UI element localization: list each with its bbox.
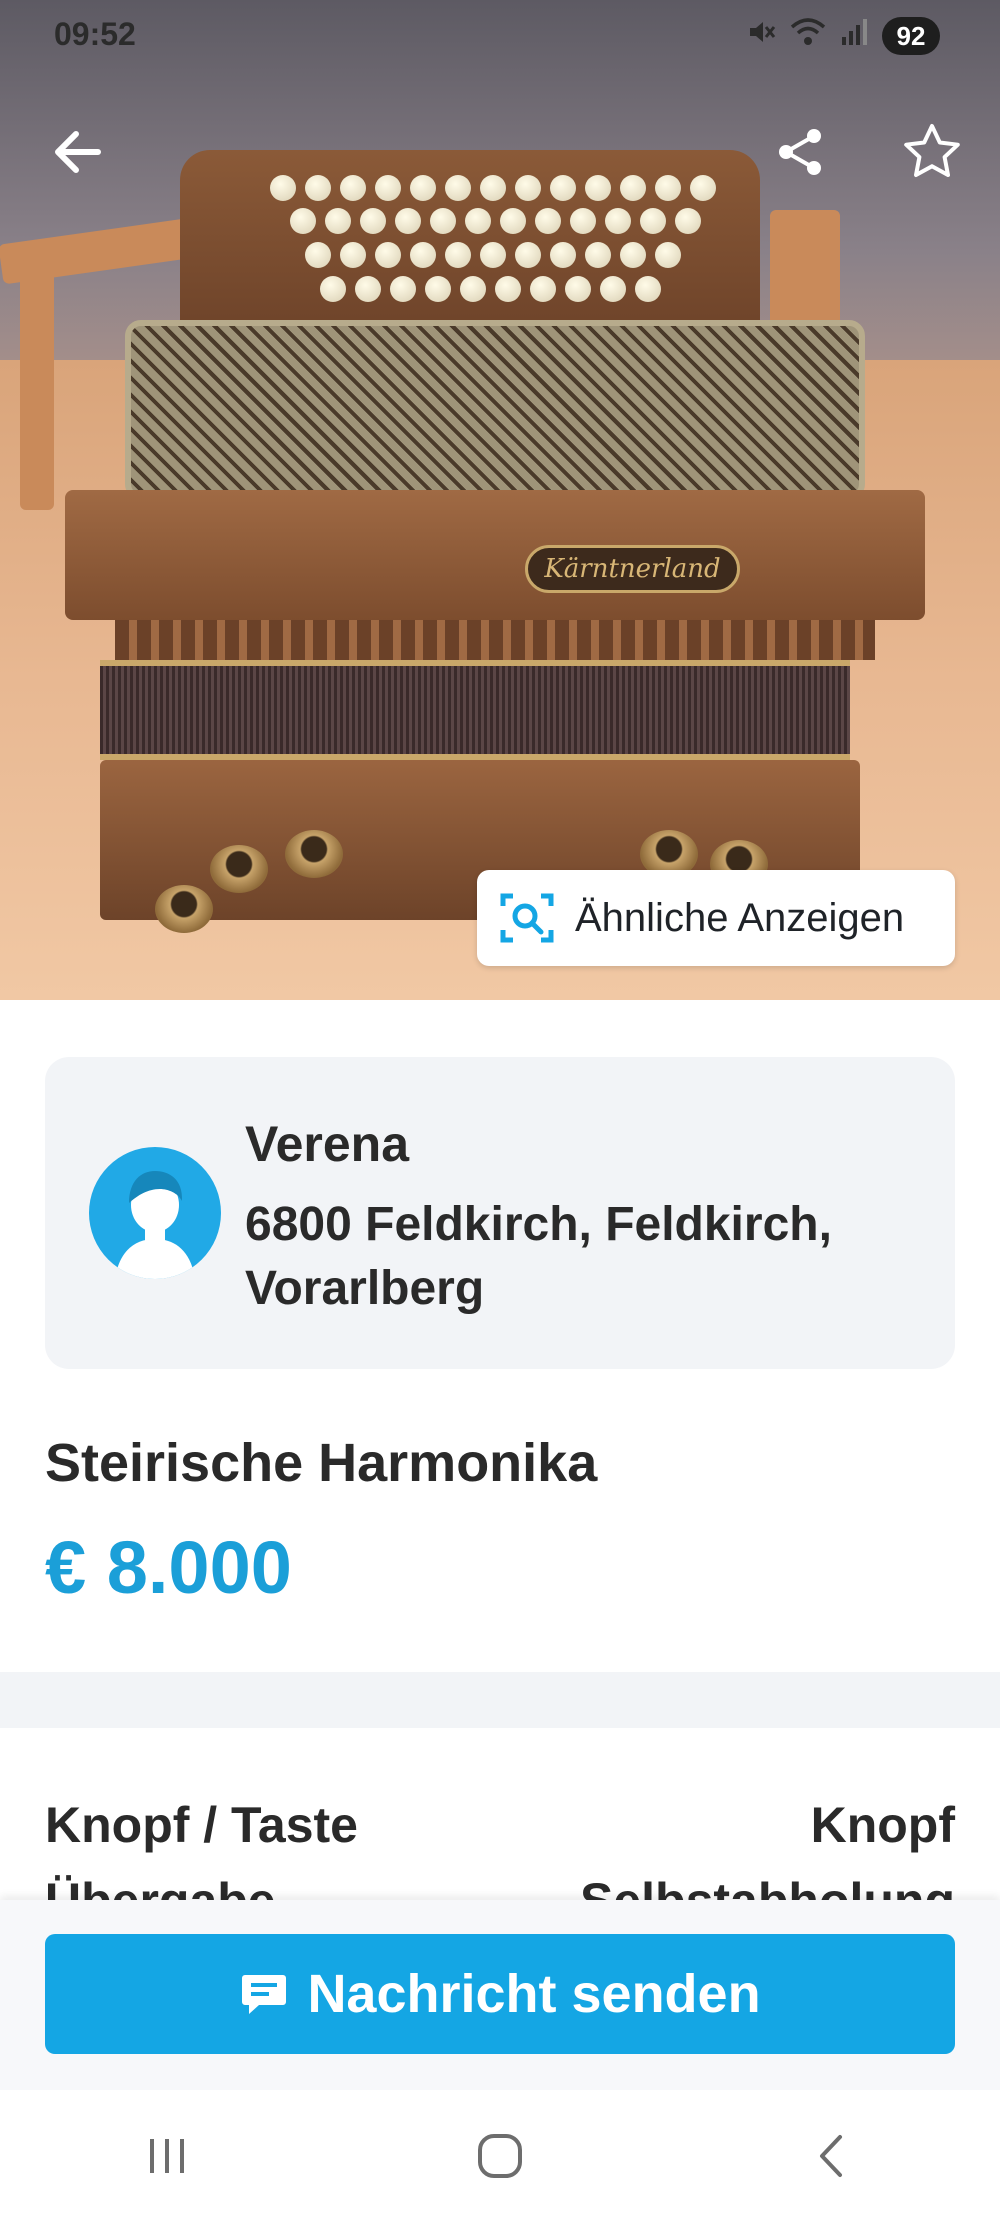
bottom-action-bar: Nachricht senden: [0, 1900, 1000, 2090]
system-back-button[interactable]: [773, 2106, 893, 2206]
accordion-body: [65, 490, 925, 620]
battery-icon: 92: [882, 17, 940, 55]
attribute-value: Selbstabholung: [580, 1873, 955, 1902]
seller-name: Verena: [245, 1116, 410, 1172]
brand-plate: Kärntnerland: [525, 545, 740, 593]
message-icon: [242, 1975, 287, 2014]
similar-listings-button[interactable]: Ähnliche Anzeigen: [477, 870, 955, 966]
recent-apps-button[interactable]: [107, 2106, 227, 2206]
arrow-left-icon: [55, 131, 101, 173]
user-avatar-icon: [89, 1147, 221, 1279]
home-icon: [477, 2134, 522, 2178]
seller-location: 6800 Feldkirch, Feldkirch, Vorarlberg: [245, 1198, 832, 1315]
mute-icon: [746, 17, 776, 55]
listing-title: Steirische Harmonika: [45, 1433, 598, 1493]
status-time: 09:52: [54, 16, 136, 52]
send-message-label: Nachricht senden: [307, 1964, 761, 2024]
back-icon: [820, 2135, 843, 2177]
image-search-icon: [500, 893, 554, 943]
attribute-row: Knopf / Taste Knopf: [45, 1796, 955, 1854]
section-divider: [0, 1672, 1000, 1728]
seller-card[interactable]: Verena 6800 Feldkirch, Feldkirch, Vorarl…: [45, 1057, 955, 1369]
accordion-bellows: [100, 660, 850, 760]
status-icons: 92: [746, 16, 940, 56]
attribute-label: Knopf / Taste: [45, 1797, 358, 1853]
accordion-trim: [115, 620, 875, 660]
system-nav-bar: [0, 2090, 1000, 2222]
attribute-row: Übergabe Selbstabholung: [45, 1872, 955, 1902]
photo-chair-leg: [20, 260, 54, 510]
recent-apps-icon: [149, 2139, 184, 2173]
listing-screen: Kärntnerland 09:52 92 Ähnliche Anzeigen …: [0, 0, 1000, 2222]
listing-photo[interactable]: Kärntnerland: [0, 0, 1000, 1000]
share-button[interactable]: [760, 112, 840, 192]
home-button[interactable]: [440, 2106, 560, 2206]
signal-icon: [840, 17, 868, 55]
listing-price: € 8.000: [45, 1526, 292, 1609]
favorite-button[interactable]: [892, 112, 972, 192]
share-icon: [779, 129, 821, 175]
accordion-grill: [125, 320, 865, 500]
attribute-value: Knopf: [810, 1797, 955, 1853]
back-button[interactable]: [38, 112, 118, 192]
attribute-label: Übergabe: [45, 1873, 276, 1902]
wifi-icon: [790, 17, 826, 55]
similar-listings-label: Ähnliche Anzeigen: [575, 895, 905, 940]
star-icon: [904, 124, 960, 177]
status-bar: 09:52 92: [0, 0, 1000, 72]
send-message-button[interactable]: Nachricht senden: [45, 1934, 955, 2054]
